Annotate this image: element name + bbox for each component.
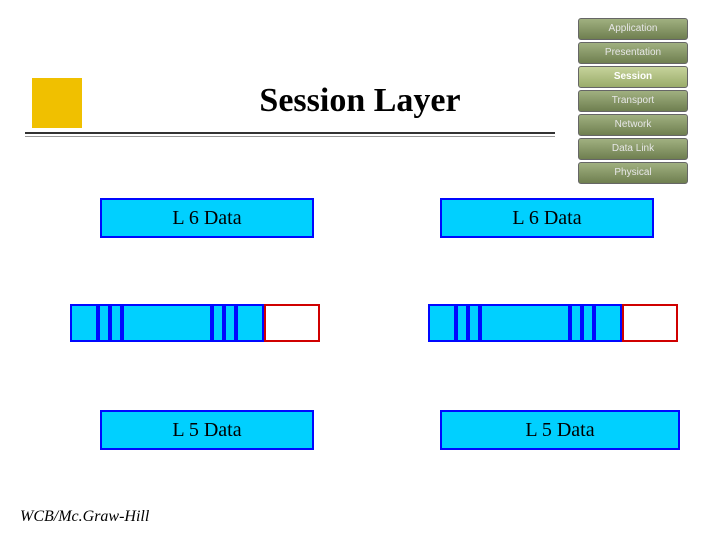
seg-header [70,304,98,342]
title-rule [25,132,555,134]
l6-data-left: L 6 Data [100,198,314,238]
title-rule-shadow [25,136,555,137]
osi-presentation: Presentation [578,42,688,64]
seg-trailer [264,304,320,342]
l5-data-left: L 5 Data [100,410,314,450]
seg-trailer [622,304,678,342]
osi-physical: Physical [578,162,688,184]
seg-syn2 [110,304,122,342]
seg-syn1 [98,304,110,342]
seg-tail [236,304,264,342]
segmented-bar-right [428,304,678,342]
seg-tail [594,304,622,342]
osi-transport: Transport [578,90,688,112]
footer-credit: WCB/Mc.Graw-Hill [20,508,149,526]
osi-data-link: Data Link [578,138,688,160]
seg-syn3 [212,304,224,342]
osi-session: Session [578,66,688,88]
osi-network: Network [578,114,688,136]
seg-syn3 [570,304,582,342]
slide: Session Layer Application Presentation S… [0,0,720,540]
seg-header [428,304,456,342]
l6-data-right: L 6 Data [440,198,654,238]
seg-payload [480,304,570,342]
l5-data-right: L 5 Data [440,410,680,450]
segmented-bar-left [70,304,320,342]
osi-stack: Application Presentation Session Transpo… [578,18,688,186]
seg-syn4 [224,304,236,342]
seg-syn4 [582,304,594,342]
seg-payload [122,304,212,342]
seg-syn1 [456,304,468,342]
seg-syn2 [468,304,480,342]
osi-application: Application [578,18,688,40]
